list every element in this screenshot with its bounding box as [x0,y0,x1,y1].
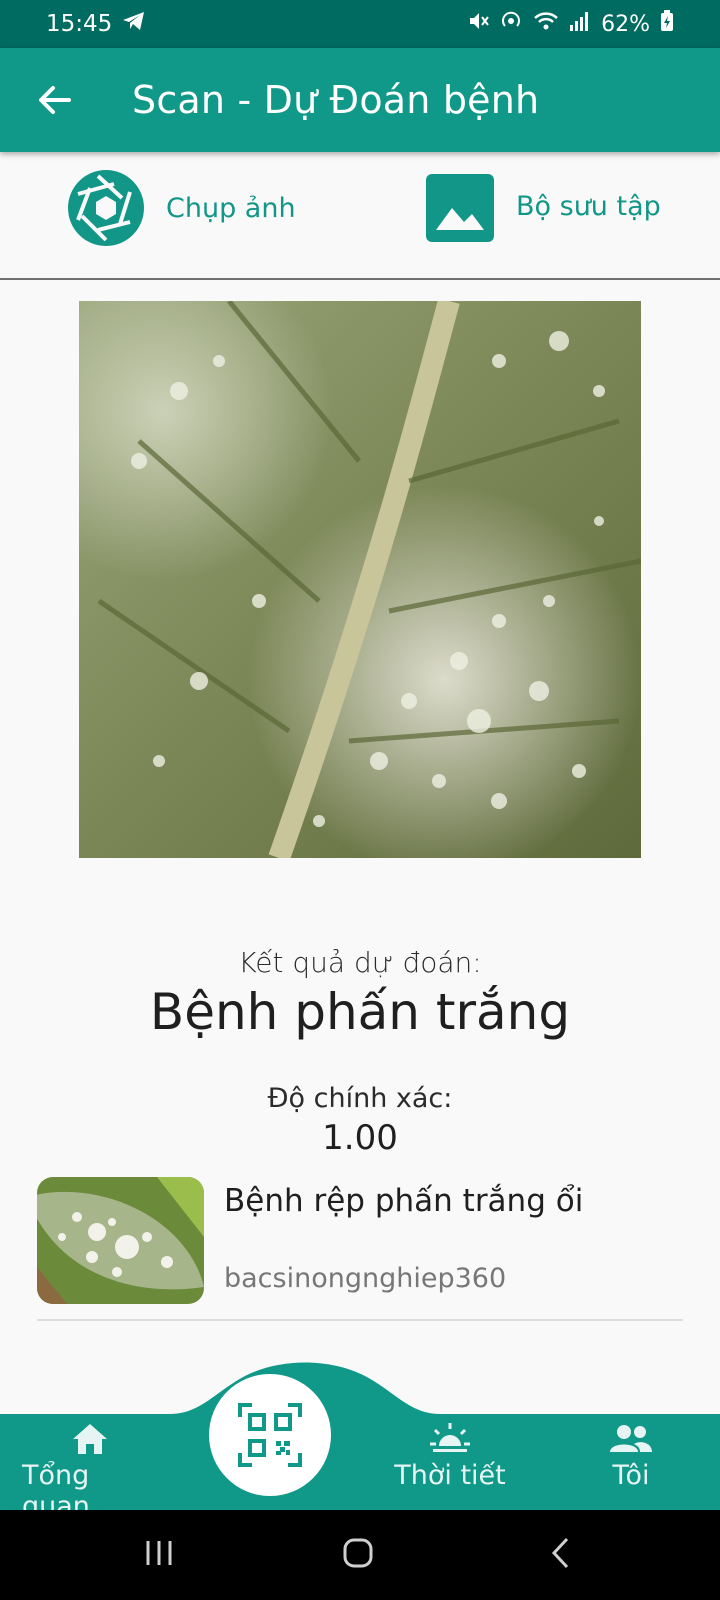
wifi-icon [533,10,559,38]
nav-weather-label: Thời tiết [394,1460,506,1491]
status-indicators: 62% [467,9,674,39]
arrow-back-icon [39,86,71,114]
prediction-label: Kết quả dự đoán: [238,946,482,979]
take-photo-label: Chụp ảnh [166,192,296,224]
telegram-icon [122,10,146,39]
battery-icon [660,10,674,38]
bottom-nav-notch [0,1362,720,1418]
home-icon [73,1424,107,1454]
home-square-icon [343,1538,373,1568]
image-source-picker: Chụp ảnh Bộ sưu tập [0,152,720,280]
scanned-leaf-image [79,301,641,858]
take-photo-button[interactable]: Chụp ảnh [68,170,296,246]
mute-icon [467,10,489,38]
battery-text: 62% [601,11,650,37]
status-bar: 15:45 62% [0,0,720,48]
gallery-image-icon [426,174,494,242]
gallery-label: Bộ sưu tập [516,190,661,222]
camera-shutter-icon [68,170,144,246]
weather-icon [430,1423,470,1452]
nav-weather[interactable]: Thời tiết [394,1422,506,1491]
article-title: Bệnh rệp phấn trắng ổi [224,1183,584,1219]
page-title: Scan - Dự Đoán bệnh [132,78,540,122]
gallery-button[interactable]: Bộ sưu tập [426,170,661,242]
nav-me[interactable]: Tôi [586,1422,676,1491]
accuracy-value: 1.00 [322,1118,398,1158]
nav-overview[interactable]: Tổng quan [22,1422,158,1522]
people-icon [610,1425,652,1452]
recent-apps-button[interactable] [144,1528,174,1578]
app-bar: Scan - Dự Đoán bệnh [0,48,720,152]
status-time: 15:45 [46,11,113,37]
prediction-value: Bệnh phấn trắng [149,983,571,1041]
back-button[interactable] [22,68,86,132]
hotspot-icon [499,9,523,39]
related-article-item[interactable]: Bệnh rệp phấn trắng ổi bacsinongnghiep36… [37,1177,683,1321]
article-source: bacsinongnghiep360 [224,1263,507,1294]
chevron-left-icon [551,1537,569,1569]
home-button[interactable] [340,1528,376,1578]
qr-scan-icon [238,1403,302,1467]
nav-me-label: Tôi [612,1460,650,1491]
system-back-button[interactable] [548,1528,572,1578]
accuracy-label: Độ chính xác: [267,1083,453,1114]
recent-apps-icon [146,1541,172,1565]
signal-icon [569,11,591,37]
article-thumbnail [37,1177,204,1304]
scan-button[interactable] [209,1374,331,1496]
